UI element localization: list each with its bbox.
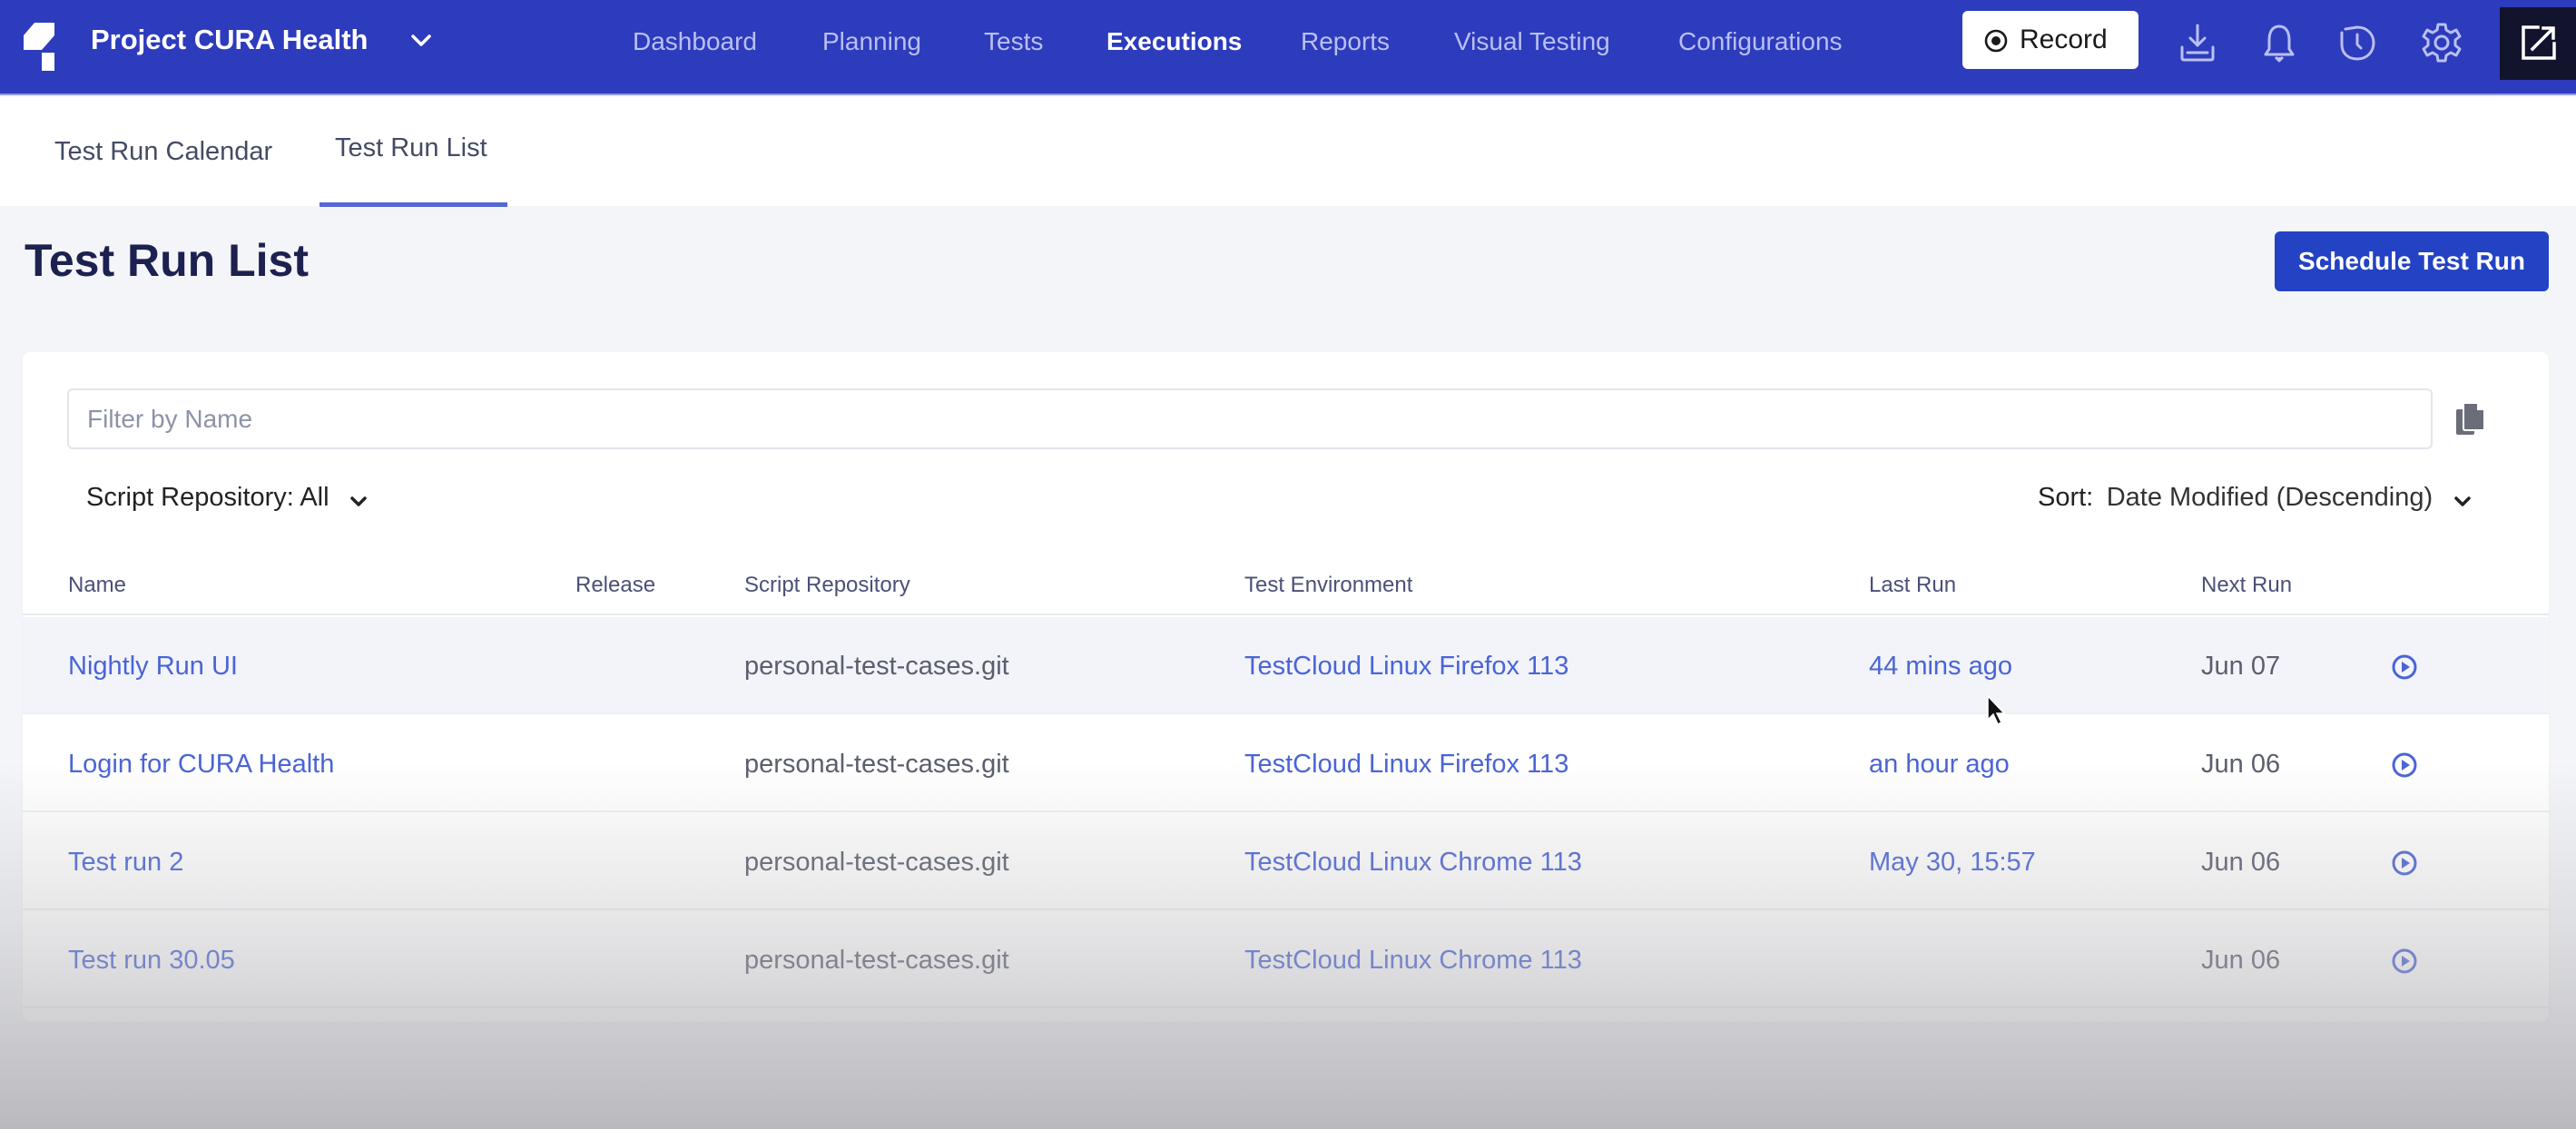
test-environment-link[interactable]: TestCloud Linux Chrome 113: [1244, 844, 1582, 880]
table-header: Name Release Script Repository Test Envi…: [23, 561, 2549, 615]
sort-value: Date Modified (Descending): [2106, 483, 2433, 512]
run-now-play-icon[interactable]: [2391, 751, 2418, 779]
column-header-script-repository[interactable]: Script Repository: [744, 570, 910, 601]
top-navigation-bar: Project CURA Health Dashboard Planning T…: [0, 0, 2576, 95]
bell-icon[interactable]: [2256, 20, 2302, 65]
script-repository-dropdown[interactable]: Script Repository: All: [86, 479, 368, 515]
record-button[interactable]: Record: [1962, 11, 2138, 69]
script-repository-cell: personal-test-cases.git: [744, 848, 1009, 877]
test-run-list-card: Script Repository: All Sort: Date Modifi…: [23, 352, 2549, 1022]
run-now-play-icon[interactable]: [2391, 653, 2418, 681]
chevron-down-icon: [350, 496, 367, 506]
script-repository-cell: personal-test-cases.git: [744, 750, 1009, 779]
copy-icon[interactable]: [2455, 402, 2486, 437]
nav-visual-testing[interactable]: Visual Testing: [1454, 24, 1610, 60]
history-icon[interactable]: [2335, 20, 2380, 65]
active-tab-indicator: [320, 202, 507, 207]
tab-test-run-list[interactable]: Test Run List: [335, 130, 487, 166]
app-logo-icon[interactable]: [22, 23, 58, 72]
script-repository-cell: personal-test-cases.git: [744, 652, 1009, 681]
download-icon[interactable]: [2175, 20, 2220, 65]
last-run-link[interactable]: an hour ago: [1869, 746, 2010, 782]
test-environment-link[interactable]: TestCloud Linux Chrome 113: [1244, 942, 1582, 978]
table-row[interactable]: Nightly Run UI personal-test-cases.git Tes…: [23, 617, 2549, 714]
tab-test-run-calendar[interactable]: Test Run Calendar: [54, 133, 272, 170]
record-icon: [1984, 29, 2008, 53]
external-link-icon: [2522, 25, 2556, 60]
external-link-button[interactable]: [2500, 7, 2576, 80]
nav-planning[interactable]: Planning: [822, 24, 921, 60]
nav-configurations[interactable]: Configurations: [1678, 24, 1843, 60]
run-now-play-icon[interactable]: [2391, 849, 2418, 877]
chevron-down-icon: [2453, 496, 2471, 506]
nav-executions[interactable]: Executions: [1106, 24, 1242, 60]
chevron-down-icon[interactable]: [408, 31, 434, 51]
next-run-cell: Jun 06: [2201, 946, 2281, 975]
table-row[interactable]: Login for CURA Health personal-test-cases…: [23, 715, 2549, 812]
test-run-name-link[interactable]: Login for CURA Health: [68, 746, 334, 782]
test-run-name-link[interactable]: Test run 2: [68, 844, 183, 880]
sort-label: Sort:: [2038, 483, 2094, 512]
gear-icon[interactable]: [2419, 20, 2464, 65]
page-title: Test Run List: [25, 235, 309, 286]
sub-tabs: Test Run Calendar Test Run List: [0, 97, 2576, 207]
last-run-link[interactable]: May 30, 15:57: [1869, 844, 2036, 880]
table-row[interactable]: Test run 2 personal-test-cases.git TestClo…: [23, 813, 2549, 910]
next-run-cell: Jun 06: [2201, 750, 2281, 779]
column-header-last-run[interactable]: Last Run: [1869, 570, 1956, 601]
script-repository-label: Script Repository: All: [86, 483, 329, 512]
table-row[interactable]: Test run 30.05 personal-test-cases.git Tes…: [23, 911, 2549, 1008]
record-label: Record: [2020, 25, 2108, 54]
column-header-test-environment[interactable]: Test Environment: [1244, 570, 1412, 601]
test-environment-link[interactable]: TestCloud Linux Firefox 113: [1244, 746, 1568, 782]
column-header-next-run[interactable]: Next Run: [2201, 570, 2292, 601]
column-header-name[interactable]: Name: [68, 570, 126, 601]
next-run-cell: Jun 07: [2201, 652, 2281, 681]
filter-by-name-input[interactable]: [67, 388, 2433, 449]
test-run-name-link[interactable]: Test run 30.05: [68, 942, 235, 978]
test-run-name-link[interactable]: Nightly Run UI: [68, 648, 238, 684]
test-environment-link[interactable]: TestCloud Linux Firefox 113: [1244, 648, 1568, 684]
column-header-release[interactable]: Release: [575, 570, 655, 601]
last-run-link[interactable]: 44 mins ago: [1869, 648, 2012, 684]
nav-reports[interactable]: Reports: [1301, 24, 1390, 60]
project-name[interactable]: Project CURA Health: [91, 22, 368, 58]
schedule-test-run-button[interactable]: Schedule Test Run: [2275, 231, 2549, 291]
script-repository-cell: personal-test-cases.git: [744, 946, 1009, 975]
sort-dropdown[interactable]: Sort: Date Modified (Descending): [2038, 479, 2472, 515]
next-run-cell: Jun 06: [2201, 848, 2281, 877]
nav-dashboard[interactable]: Dashboard: [633, 24, 757, 60]
run-now-play-icon[interactable]: [2391, 947, 2418, 975]
nav-tests[interactable]: Tests: [984, 24, 1043, 60]
